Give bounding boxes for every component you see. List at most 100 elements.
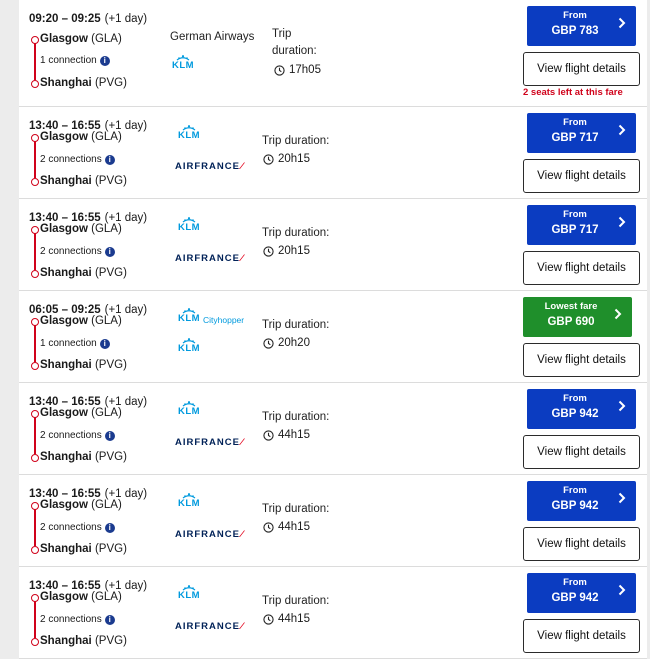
destination-city: Shanghai — [40, 359, 92, 371]
fare-label: From — [563, 10, 587, 21]
flight-times: 09:20 – 09:25 (+1 day) — [29, 13, 147, 25]
view-flight-details-button[interactable]: View flight details — [523, 435, 640, 469]
origin-code: (GLA) — [91, 591, 122, 603]
origin-dot — [31, 226, 39, 234]
lowest-fare-button[interactable]: Lowest fare GBP 690 — [523, 297, 632, 337]
clock-icon — [263, 613, 274, 625]
origin-city: Glasgow — [40, 591, 88, 603]
trip-duration-value: 44h15 — [278, 613, 310, 625]
chevron-right-icon — [618, 400, 626, 412]
trip-duration-value: 20h15 — [278, 245, 310, 257]
connections-link[interactable]: 2 connections i — [40, 522, 115, 533]
flight-result-card: 13:40 – 16:55 (+1 day) Glasgow (GLA) 2 conn… — [19, 199, 647, 291]
clock-icon — [274, 64, 285, 76]
origin-code: (GLA) — [91, 315, 122, 327]
fare-button[interactable]: From GBP 942 — [527, 389, 636, 429]
klm-logo: KLM — [173, 338, 205, 354]
fare-price: GBP 942 — [551, 592, 599, 604]
origin-code: (GLA) — [91, 407, 122, 419]
destination: Shanghai (PVG) — [40, 267, 127, 279]
airfrance-slash-icon: ⁄ — [240, 529, 244, 540]
connections-link[interactable]: 1 connection i — [40, 55, 110, 66]
fare-price: GBP 942 — [551, 500, 599, 512]
connections-link[interactable]: 2 connections i — [40, 246, 115, 257]
flight-result-card: 13:40 – 16:55 (+1 day) Glasgow (GLA) 2 conn… — [19, 475, 647, 567]
trip-duration-label: Trip duration: — [262, 135, 330, 147]
info-icon[interactable]: i — [104, 246, 115, 257]
fare-button[interactable]: From GBP 783 — [527, 6, 636, 46]
airfrance-logo-text: AIRFRANCE — [175, 529, 240, 540]
info-icon[interactable]: i — [104, 522, 115, 533]
connections-link[interactable]: 2 connections i — [40, 430, 115, 441]
fare-button[interactable]: From GBP 717 — [527, 205, 636, 245]
klm-logo: KLM — [173, 493, 205, 509]
trip-duration-value: 20h15 — [278, 153, 310, 165]
origin-city: Glasgow — [40, 223, 88, 235]
destination: Shanghai (PVG) — [40, 359, 127, 371]
connections-label: 2 connections — [40, 430, 102, 441]
view-flight-details-button[interactable]: View flight details — [523, 52, 640, 86]
klm-logo-text: KLM — [177, 222, 201, 233]
airfrance-logo-text: AIRFRANCE — [175, 621, 240, 632]
origin-dot — [31, 134, 39, 142]
fare-button[interactable]: From GBP 942 — [527, 573, 636, 613]
fare-button[interactable]: From GBP 942 — [527, 481, 636, 521]
trip-duration-label: Trip duration: — [262, 503, 330, 515]
fare-button[interactable]: From GBP 717 — [527, 113, 636, 153]
origin: Glasgow (GLA) — [40, 407, 122, 419]
flight-result-card: 09:20 – 09:25 (+1 day) Glasgow (GLA) 1 conn… — [19, 0, 647, 107]
fare-label: Lowest fare — [544, 301, 598, 312]
info-icon[interactable]: i — [104, 154, 115, 165]
origin-city: Glasgow — [40, 499, 88, 511]
view-flight-details-button[interactable]: View flight details — [523, 619, 640, 653]
view-flight-details-button[interactable]: View flight details — [523, 251, 640, 285]
trip-duration-label: Trip duration: — [262, 319, 330, 331]
fare-label: From — [563, 485, 587, 496]
origin-city: Glasgow — [40, 315, 88, 327]
trip-duration-label: Trip duration: — [262, 227, 330, 239]
connections-label: 2 connections — [40, 154, 102, 165]
flight-results-list: 09:20 – 09:25 (+1 day) Glasgow (GLA) 1 conn… — [0, 0, 650, 659]
connections-link[interactable]: 1 connection i — [40, 338, 110, 349]
klm-logo-text: KLM — [177, 498, 201, 509]
route-connector — [34, 509, 36, 546]
flight-result-card: 13:40 – 16:55 (+1 day) Glasgow (GLA) 2 conn… — [19, 383, 647, 475]
origin-code: (GLA) — [91, 223, 122, 235]
chevron-right-icon — [618, 17, 626, 29]
airfrance-logo: AIRFRANCE⁄ — [175, 621, 244, 632]
connections-label: 1 connection — [40, 338, 97, 349]
origin-city: Glasgow — [40, 33, 88, 45]
airfrance-logo-text: AIRFRANCE — [175, 161, 240, 172]
info-icon[interactable]: i — [104, 614, 115, 625]
airfrance-logo: AIRFRANCE⁄ — [175, 437, 244, 448]
flight-result-card: 13:40 – 16:55 (+1 day) Glasgow (GLA) 2 conn… — [19, 107, 647, 199]
destination-dot — [31, 546, 39, 554]
view-flight-details-button[interactable]: View flight details — [523, 527, 640, 561]
destination-dot — [31, 80, 39, 88]
destination-code: (PVG) — [94, 267, 127, 279]
view-flight-details-button[interactable]: View flight details — [523, 343, 640, 377]
info-icon[interactable]: i — [99, 55, 110, 66]
info-icon[interactable]: i — [99, 338, 110, 349]
trip-duration: 20h15 — [263, 153, 310, 165]
destination-code: (PVG) — [94, 175, 127, 187]
trip-duration-value: 44h15 — [278, 429, 310, 441]
klm-logo-text: KLM — [177, 406, 201, 417]
info-icon[interactable]: i — [104, 430, 115, 441]
clock-icon — [263, 429, 274, 441]
trip-duration-label: Trip duration: — [262, 595, 330, 607]
fare-price: GBP 717 — [551, 132, 599, 144]
destination-city: Shanghai — [40, 77, 92, 89]
cityhopper-text: Cityhopper — [203, 315, 245, 325]
origin-code: (GLA) — [91, 131, 122, 143]
connections-link[interactable]: 2 connections i — [40, 154, 115, 165]
origin-dot — [31, 594, 39, 602]
destination-code: (PVG) — [94, 359, 127, 371]
airfrance-logo: AIRFRANCE⁄ — [175, 253, 244, 264]
fare-label: From — [563, 209, 587, 220]
clock-icon — [263, 337, 274, 349]
klm-logo-text: KLM — [177, 313, 201, 324]
view-flight-details-button[interactable]: View flight details — [523, 159, 640, 193]
connections-link[interactable]: 2 connections i — [40, 614, 115, 625]
origin-code: (GLA) — [91, 33, 122, 45]
